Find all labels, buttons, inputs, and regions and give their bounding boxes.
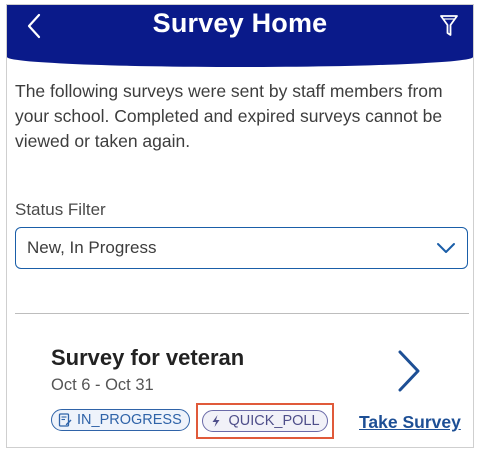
edit-document-icon xyxy=(58,413,72,427)
status-filter-label: Status Filter xyxy=(15,200,106,219)
funnel-icon xyxy=(440,15,458,36)
filter-button[interactable] xyxy=(435,9,463,43)
status-filter-select[interactable]: New, In Progress xyxy=(15,227,468,269)
survey-dates: Oct 6 - Oct 31 xyxy=(51,376,154,394)
take-survey-link[interactable]: Take Survey xyxy=(359,412,461,433)
divider xyxy=(15,313,469,314)
app-header: Survey Home xyxy=(7,5,473,67)
status-badge: IN_PROGRESS xyxy=(51,409,190,431)
type-badge: QUICK_POLL xyxy=(202,410,328,432)
quick-poll-highlight: QUICK_POLL xyxy=(196,403,334,439)
app-frame: Survey Home The following surveys were s… xyxy=(6,4,474,448)
type-badge-label: QUICK_POLL xyxy=(228,413,320,429)
survey-title: Survey for veteran xyxy=(51,345,245,370)
intro-text: The following surveys were sent by staff… xyxy=(15,81,443,151)
status-badge-label: IN_PROGRESS xyxy=(77,412,182,428)
page-title: Survey Home xyxy=(152,8,328,38)
chevron-down-icon xyxy=(437,243,455,253)
chevron-right-icon[interactable] xyxy=(393,349,423,393)
lightning-icon xyxy=(212,415,220,427)
status-filter-value: New, In Progress xyxy=(27,238,157,257)
